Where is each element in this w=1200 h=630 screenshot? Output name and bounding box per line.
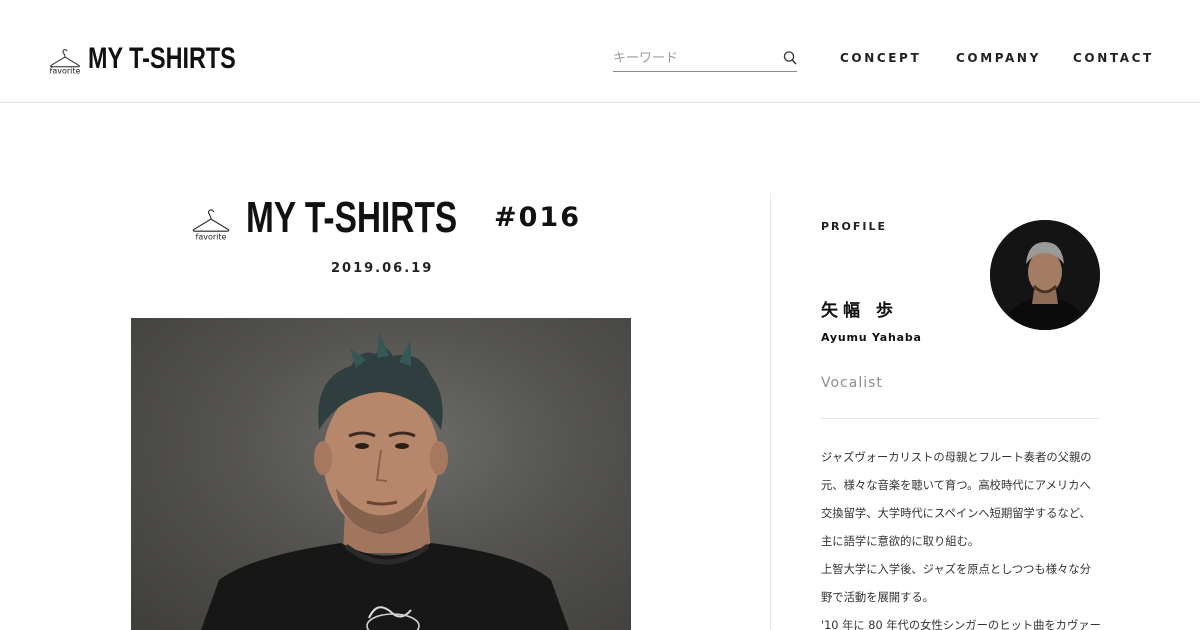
- feature-photo: [131, 318, 631, 630]
- search-input[interactable]: [613, 47, 773, 69]
- profile-role: Vocalist: [821, 375, 883, 391]
- bio-line: 交換留学、大学時代にスペインへ短期留学するなど、: [821, 507, 1091, 520]
- profile-name-en: Ayumu Yahaba: [821, 331, 922, 344]
- hanger-icon: favorite: [50, 49, 81, 75]
- site-header: favorite MY T-SHIRTS CONCEPT COMPANY CON…: [0, 0, 1200, 103]
- article-date: 2019.06.19: [331, 261, 434, 276]
- issue-number: #016: [494, 202, 581, 233]
- person-photo-image: [201, 332, 569, 630]
- avatar: [990, 220, 1100, 330]
- nav-contact[interactable]: CONTACT: [1073, 51, 1154, 65]
- profile-divider: [821, 418, 1100, 419]
- bio-line: 主に語学に意欲的に取り組む。: [821, 535, 980, 548]
- bio-line: 上智大学に入学後、ジャズを原点としつつも様々な分: [821, 563, 1091, 576]
- svg-text:favorite: favorite: [50, 67, 81, 75]
- site-logo[interactable]: favorite MY T-SHIRTS: [49, 42, 277, 75]
- avatar-image: [990, 220, 1100, 330]
- nav-concept[interactable]: CONCEPT: [840, 51, 921, 65]
- hanger-icon: favorite: [192, 209, 230, 240]
- article-title-logo: favorite MY T-SHIRTS: [187, 196, 524, 240]
- profile-label: PROFILE: [821, 220, 888, 233]
- nav-company[interactable]: COMPANY: [956, 51, 1041, 65]
- article-logo-text: MY T-SHIRTS: [246, 193, 458, 242]
- bio-line: ジャズヴォーカリストの母親とフルート奏者の父親の: [821, 451, 1092, 464]
- bio-line: '10 年に 80 年代の女性シンガーのヒット曲をカヴァー: [821, 619, 1101, 630]
- search-box: [613, 47, 797, 72]
- profile-name-jp: 矢幅 歩: [821, 301, 898, 321]
- search-icon[interactable]: [783, 50, 797, 66]
- logo-text: MY T-SHIRTS: [88, 42, 236, 75]
- bio-line: 元、様々な音楽を聴いて育つ。高校時代にアメリカへ: [821, 479, 1091, 492]
- bio-line: 野で活動を展開する。: [821, 591, 934, 604]
- svg-text:favorite: favorite: [196, 232, 227, 240]
- column-divider: [770, 193, 771, 630]
- profile-bio: ジャズヴォーカリストの母親とフルート奏者の父親の 元、様々な音楽を聴いて育つ。高…: [821, 444, 1105, 630]
